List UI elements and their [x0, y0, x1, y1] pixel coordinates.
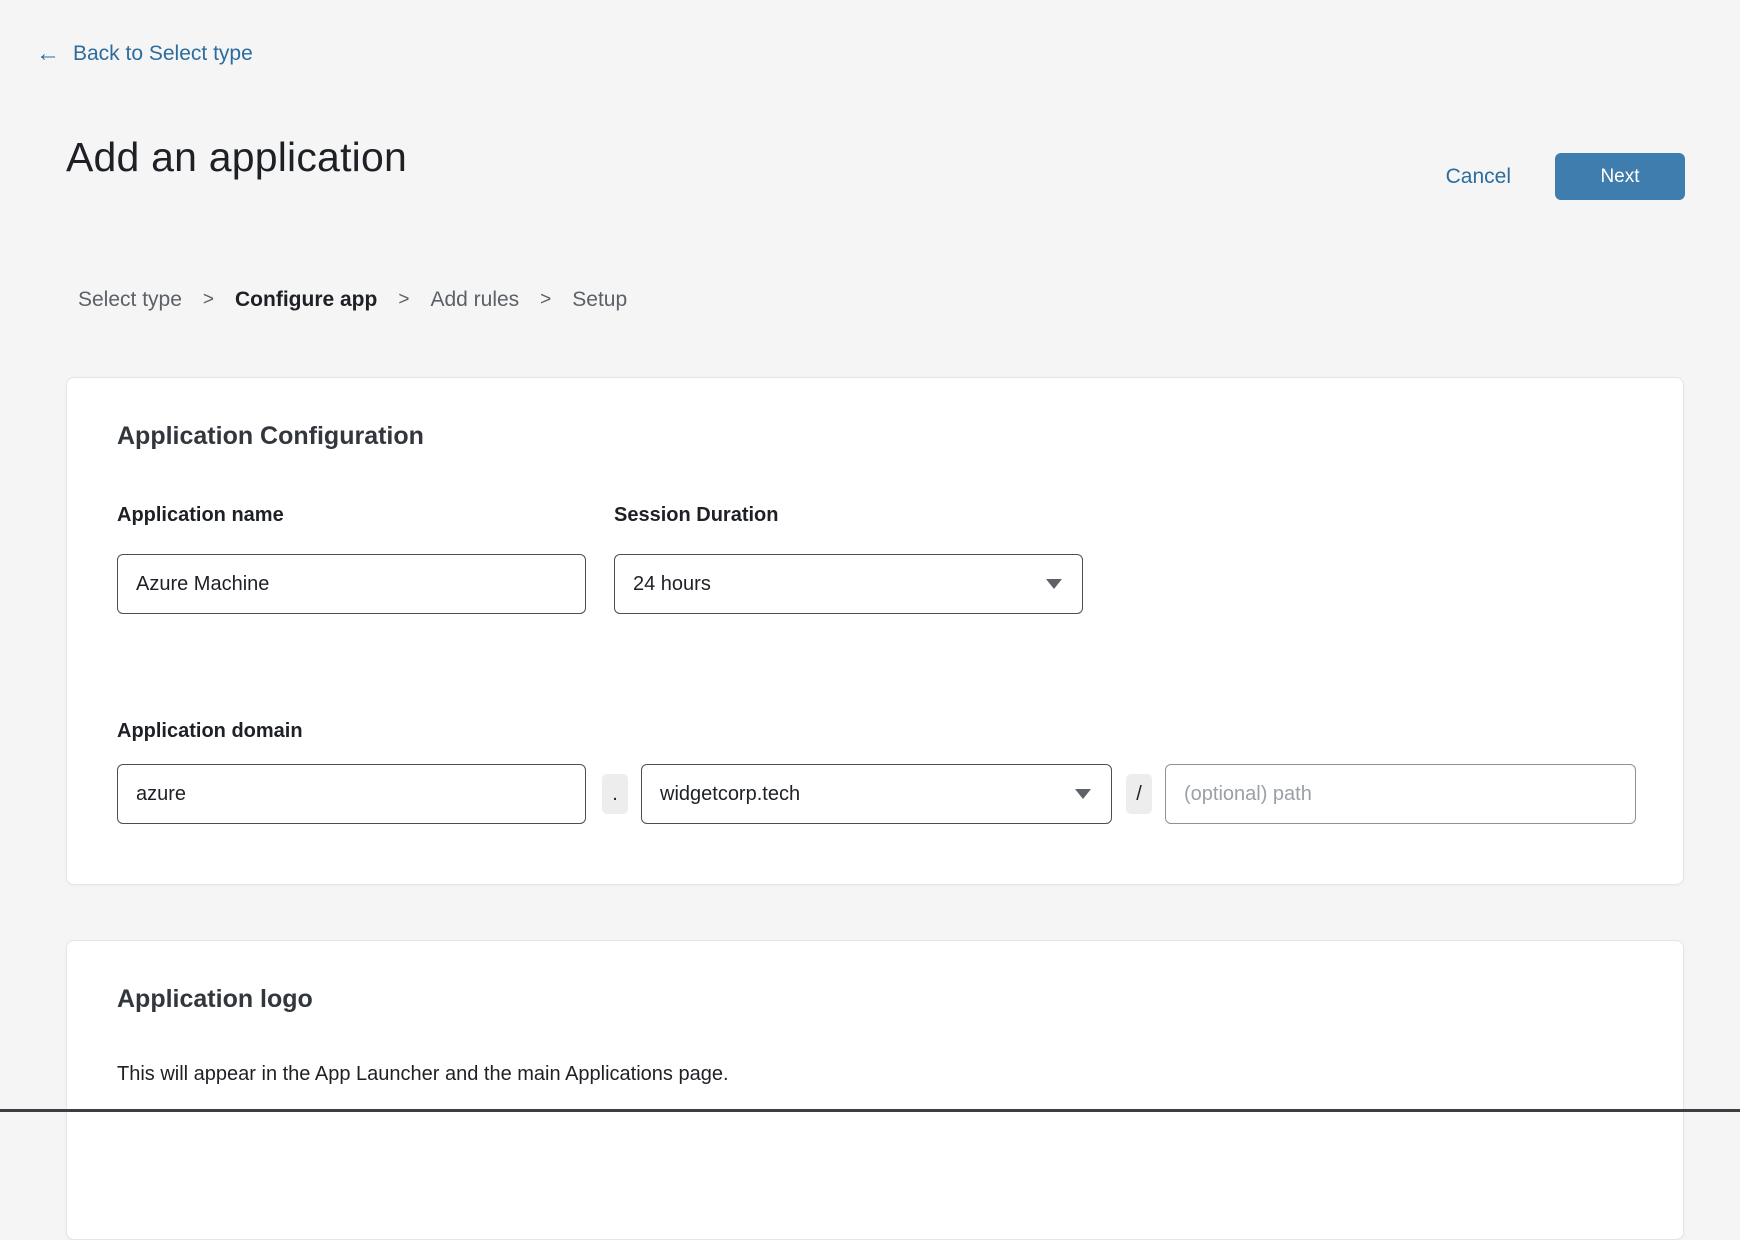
breadcrumb: Select type > Configure app > Add rules … — [78, 288, 627, 312]
chevron-down-icon — [1075, 789, 1091, 799]
path-input[interactable] — [1165, 764, 1636, 824]
breadcrumb-step-setup[interactable]: Setup — [572, 288, 627, 312]
header-actions: Cancel Next — [1446, 153, 1685, 200]
session-duration-select[interactable]: 24 hours — [614, 554, 1083, 614]
page-title: Add an application — [66, 134, 407, 181]
application-name-label: Application name — [117, 504, 284, 527]
application-configuration-heading: Application Configuration — [117, 422, 424, 451]
session-duration-label: Session Duration — [614, 504, 778, 527]
domain-select[interactable]: widgetcorp.tech — [641, 764, 1112, 824]
application-configuration-card: Application Configuration Application na… — [66, 377, 1684, 885]
breadcrumb-step-add-rules[interactable]: Add rules — [430, 288, 519, 312]
breadcrumb-step-configure-app[interactable]: Configure app — [235, 288, 377, 312]
breadcrumb-separator: > — [398, 289, 409, 311]
application-logo-card: Application logo This will appear in the… — [66, 940, 1684, 1240]
domain-select-value: widgetcorp.tech — [660, 783, 800, 806]
application-domain-row: . widgetcorp.tech / — [117, 764, 1636, 824]
back-link-label: Back to Select type — [73, 42, 253, 66]
chevron-down-icon — [1046, 579, 1062, 589]
application-name-input[interactable] — [117, 554, 586, 614]
session-duration-value: 24 hours — [633, 573, 711, 596]
back-arrow-icon: ← — [36, 42, 60, 66]
subdomain-input[interactable] — [117, 764, 586, 824]
cancel-button[interactable]: Cancel — [1446, 165, 1511, 189]
domain-slash-separator: / — [1126, 774, 1152, 814]
domain-dot-separator: . — [602, 774, 628, 814]
back-to-select-type-link[interactable]: ← Back to Select type — [36, 42, 253, 66]
breadcrumb-separator: > — [540, 289, 551, 311]
application-logo-heading: Application logo — [117, 985, 313, 1014]
breadcrumb-separator: > — [203, 289, 214, 311]
application-logo-description: This will appear in the App Launcher and… — [117, 1063, 729, 1086]
application-domain-label: Application domain — [117, 720, 303, 743]
next-button[interactable]: Next — [1555, 153, 1685, 200]
breadcrumb-step-select-type[interactable]: Select type — [78, 288, 182, 312]
